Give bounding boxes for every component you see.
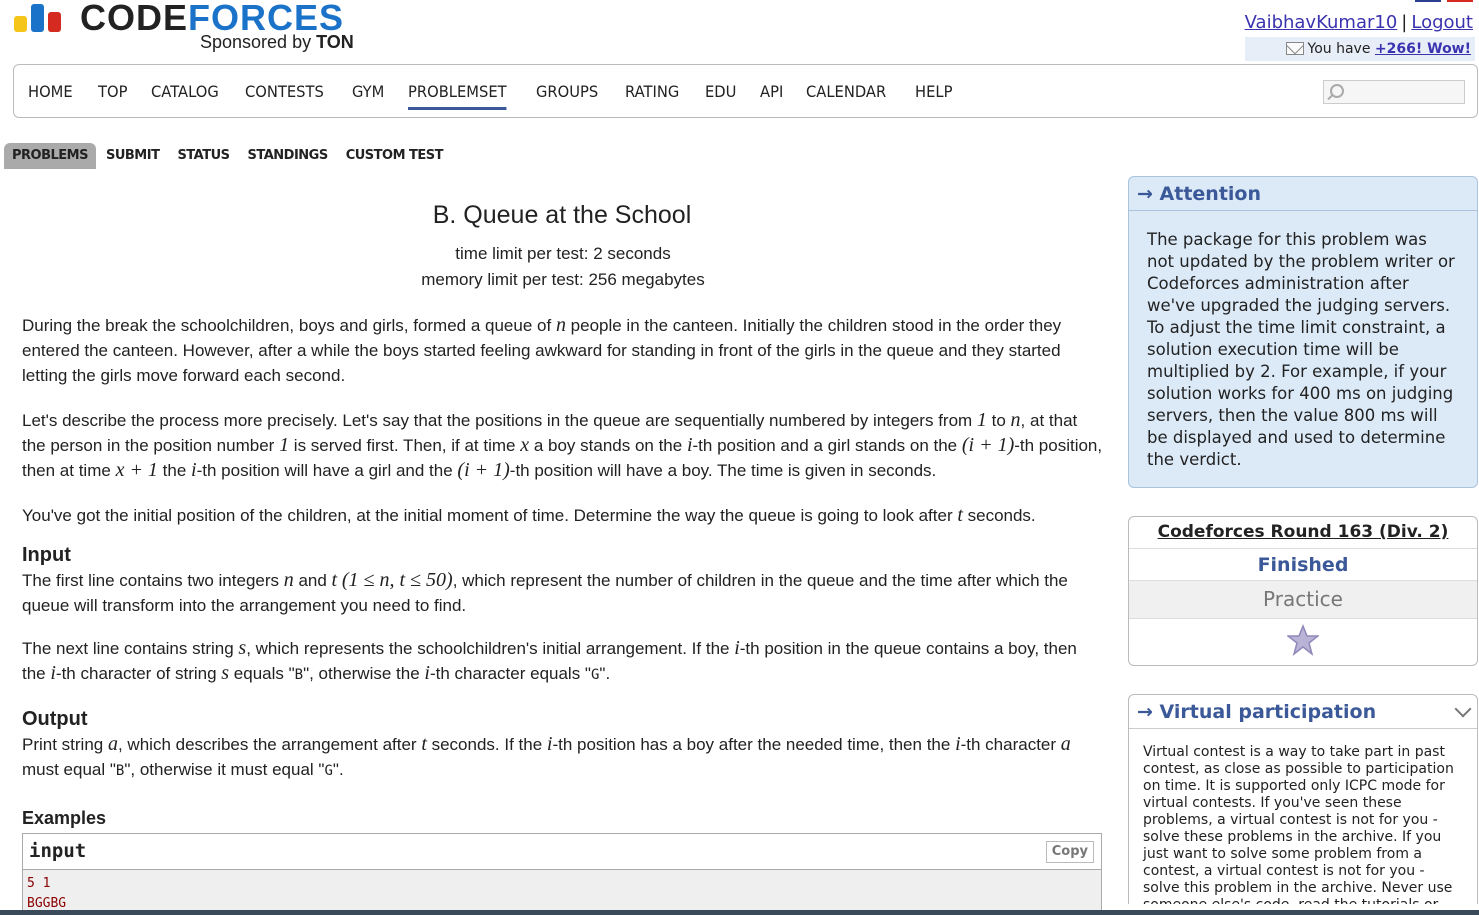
- attention-title: → Attention: [1129, 177, 1477, 211]
- menu-top[interactable]: TOP: [98, 80, 127, 104]
- example-input-content[interactable]: 5 1 BGGBG: [23, 870, 1101, 915]
- search-input[interactable]: [1323, 80, 1465, 104]
- time-limit: time limit per test: 2 seconds: [455, 244, 671, 263]
- legend-paragraph-1: During the break the schoolchildren, boy…: [22, 314, 1062, 385]
- example-input-header: input Copy: [23, 834, 1101, 870]
- round-practice[interactable]: Practice: [1129, 581, 1477, 619]
- problem-statement: B. Queue at the School time limit per te…: [22, 195, 1104, 915]
- problem-subnav: PROBLEMS SUBMIT STATUS STANDINGS CUSTOM …: [4, 143, 461, 169]
- virtual-title[interactable]: → Virtual participation: [1129, 695, 1477, 729]
- english-flag-icon[interactable]: [1415, 0, 1441, 2]
- input-section-title: Input: [22, 544, 71, 566]
- input-paragraph-1: The first line contains two integers n a…: [22, 569, 1068, 615]
- menu-help[interactable]: HELP: [915, 80, 952, 104]
- example-input-box: input Copy 5 1 BGGBG: [22, 833, 1102, 915]
- main-menu-items: HOME TOP CATALOG CONTESTS GYM PROBLEMSET…: [28, 65, 976, 119]
- favourite-row: [1129, 619, 1477, 665]
- virtual-participation-box: → Virtual participation Virtual contest …: [1128, 694, 1478, 904]
- round-name-link[interactable]: Codeforces Round 163 (Div. 2): [1158, 522, 1449, 542]
- tab-problems[interactable]: PROBLEMS: [4, 143, 96, 169]
- menu-gym[interactable]: GYM: [352, 80, 384, 104]
- menu-groups[interactable]: GROUPS: [536, 80, 598, 104]
- chevron-down-icon[interactable]: [1454, 700, 1472, 718]
- russian-flag-icon[interactable]: [1447, 0, 1473, 2]
- menu-home[interactable]: HOME: [28, 80, 73, 104]
- tab-custom-test[interactable]: CUSTOM TEST: [346, 143, 444, 169]
- round-status: Finished: [1129, 549, 1477, 581]
- codeforces-logo[interactable]: CODEFORCES Sponsored by TON: [14, 0, 374, 58]
- envelope-icon: [1285, 42, 1304, 55]
- round-name: Codeforces Round 163 (Div. 2): [1129, 517, 1477, 549]
- mail-count-link[interactable]: +266! Wow!: [1375, 41, 1471, 57]
- attention-text: The package for this problem was not upd…: [1147, 230, 1455, 469]
- copy-button[interactable]: Copy: [1045, 841, 1094, 863]
- output-section-title: Output: [22, 708, 88, 730]
- input-paragraph-2: The next line contains string s, which r…: [22, 637, 1077, 684]
- menu-calendar[interactable]: CALENDAR: [806, 80, 886, 104]
- tab-standings[interactable]: STANDINGS: [248, 143, 329, 169]
- example-input-line-1: 5 1: [27, 876, 51, 891]
- menu-problemset[interactable]: PROBLEMSET: [408, 80, 507, 110]
- attention-box: → Attention The package for this problem…: [1128, 176, 1478, 488]
- legend-paragraph-3: You've got the initial position of the c…: [22, 504, 1036, 526]
- logo-bars-icon: [14, 2, 66, 32]
- taskbar-edge: [0, 910, 1479, 915]
- language-flags: [1415, 0, 1475, 2]
- menu-api[interactable]: API: [760, 80, 783, 104]
- menu-catalog[interactable]: CATALOG: [151, 80, 219, 104]
- logout-link[interactable]: Logout: [1411, 12, 1473, 33]
- tab-submit[interactable]: SUBMIT: [106, 143, 160, 169]
- main-menu: HOME TOP CATALOG CONTESTS GYM PROBLEMSET…: [13, 64, 1478, 118]
- mail-notification: You have +266! Wow!: [1245, 37, 1475, 61]
- legend-paragraph-2: Let's describe the process more precisel…: [22, 409, 1103, 481]
- menu-rating[interactable]: RATING: [625, 80, 679, 104]
- menu-edu[interactable]: EDU: [705, 80, 736, 104]
- header: CODEFORCES Sponsored by TON VaibhavKumar…: [0, 0, 1479, 62]
- user-box: VaibhavKumar10 | Logout: [1245, 12, 1473, 34]
- username-link[interactable]: VaibhavKumar10: [1245, 12, 1398, 33]
- problem-title: B. Queue at the School: [432, 201, 692, 229]
- menu-contests[interactable]: CONTESTS: [245, 80, 324, 104]
- memory-limit: memory limit per test: 256 megabytes: [421, 270, 705, 289]
- output-paragraph: Print string a, which describes the arra…: [22, 733, 1071, 779]
- sidebar: → Attention The package for this problem…: [1128, 176, 1478, 915]
- example-input-label: input: [29, 840, 87, 862]
- user-separator: |: [1401, 12, 1408, 33]
- search-icon: [1330, 84, 1344, 98]
- contest-round-box: Codeforces Round 163 (Div. 2) Finished P…: [1128, 516, 1478, 666]
- star-icon[interactable]: [1287, 624, 1319, 656]
- problem-limits: time limit per test: 2 seconds memory li…: [22, 241, 1104, 293]
- virtual-text: Virtual contest is a way to take part in…: [1143, 744, 1454, 904]
- tab-status[interactable]: STATUS: [177, 143, 230, 169]
- examples-title: Examples: [22, 808, 107, 828]
- sponsor-text: Sponsored by TON: [200, 32, 354, 52]
